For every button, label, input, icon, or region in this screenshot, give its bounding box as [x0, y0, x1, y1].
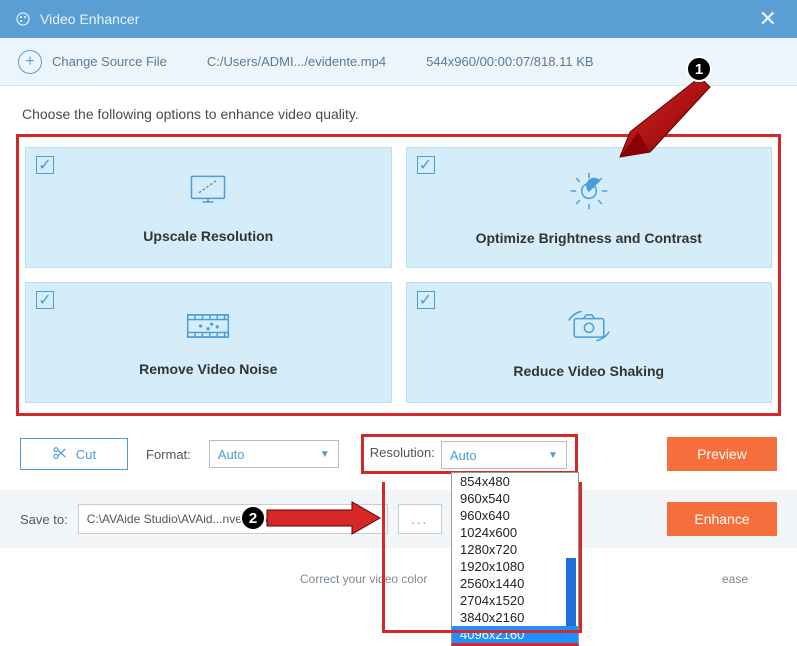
checkbox-icon[interactable]: ✓: [36, 156, 54, 174]
save-row: Save to: ... Enhance: [0, 490, 797, 548]
resolution-option[interactable]: 2560x1440: [452, 575, 578, 592]
resolution-option[interactable]: 854x480: [452, 473, 578, 490]
close-icon[interactable]: ✕: [753, 6, 783, 32]
resolution-option[interactable]: 2704x1520: [452, 592, 578, 609]
option-reduce-shaking[interactable]: ✓ Reduce Video Shaking: [406, 282, 773, 403]
option-label: Optimize Brightness and Contrast: [476, 230, 702, 246]
camera-icon: [565, 306, 613, 351]
resolution-dropdown[interactable]: 854x480960x540960x6401024x6001280x720192…: [451, 472, 579, 646]
source-file-path: C:/Users/ADMI.../evidente.mp4: [207, 54, 386, 69]
resolution-label: Resolution:: [370, 445, 435, 460]
option-upscale-resolution[interactable]: ✓ Upscale Resolution: [25, 147, 392, 268]
scissors-icon: [52, 445, 68, 464]
monitor-icon: [186, 171, 230, 216]
cut-label: Cut: [76, 447, 96, 462]
checkbox-icon[interactable]: ✓: [417, 156, 435, 174]
change-source-button[interactable]: Change Source File: [52, 54, 167, 69]
chevron-down-icon: ▼: [548, 450, 558, 461]
resolution-group: Resolution: Auto ▼: [361, 434, 578, 474]
option-brightness-contrast[interactable]: ✓ Optimize Brightness and Contrast: [406, 147, 773, 268]
film-icon: [184, 308, 232, 349]
preview-button[interactable]: Preview: [667, 437, 777, 471]
resolution-option[interactable]: 1920x1080: [452, 558, 578, 575]
sun-icon: [567, 169, 611, 218]
option-remove-noise[interactable]: ✓ Remove Video Noise: [25, 282, 392, 403]
format-select[interactable]: Auto ▼: [209, 440, 339, 468]
annotation-arrow-1: [610, 72, 720, 162]
resolution-select[interactable]: Auto ▼: [441, 441, 567, 469]
enhance-options-grid: ✓ Upscale Resolution ✓ Optimize Brightne…: [16, 134, 781, 416]
resolution-option[interactable]: 3840x2160: [452, 609, 578, 626]
option-label: Upscale Resolution: [143, 228, 273, 244]
scrollbar[interactable]: [566, 558, 576, 626]
browse-button[interactable]: ...: [398, 504, 442, 534]
option-label: Remove Video Noise: [139, 361, 277, 377]
resolution-value: Auto: [450, 448, 477, 463]
checkbox-icon[interactable]: ✓: [36, 291, 54, 309]
annotation-arrow-2: [262, 498, 382, 538]
source-file-meta: 544x960/00:00:07/818.11 KB: [426, 54, 593, 69]
option-label: Reduce Video Shaking: [513, 363, 664, 379]
cut-button[interactable]: Cut: [20, 438, 128, 470]
plus-icon[interactable]: +: [18, 50, 42, 74]
enhance-button[interactable]: Enhance: [667, 502, 777, 536]
save-to-label: Save to:: [20, 512, 68, 527]
controls-row: Cut Format: Auto ▼ Resolution: Auto ▼ Pr…: [0, 416, 797, 484]
format-value: Auto: [218, 447, 245, 462]
titlebar: Video Enhancer ✕: [0, 0, 797, 38]
chevron-down-icon: ▼: [320, 449, 330, 460]
resolution-option[interactable]: 4096x2160: [452, 626, 578, 643]
annotation-badge-2: 2: [240, 505, 266, 531]
resolution-option[interactable]: 960x540: [452, 490, 578, 507]
annotation-badge-1: 1: [686, 56, 712, 82]
resolution-option[interactable]: 1024x600: [452, 524, 578, 541]
resolution-option[interactable]: 1280x720: [452, 541, 578, 558]
resolution-option[interactable]: 960x640: [452, 507, 578, 524]
footer-text-right: ease: [722, 572, 748, 586]
palette-icon: [14, 10, 32, 28]
app-title: Video Enhancer: [40, 11, 753, 27]
format-label: Format:: [146, 447, 191, 462]
footer-text-left: Correct your video color: [300, 572, 427, 586]
checkbox-icon[interactable]: ✓: [417, 291, 435, 309]
